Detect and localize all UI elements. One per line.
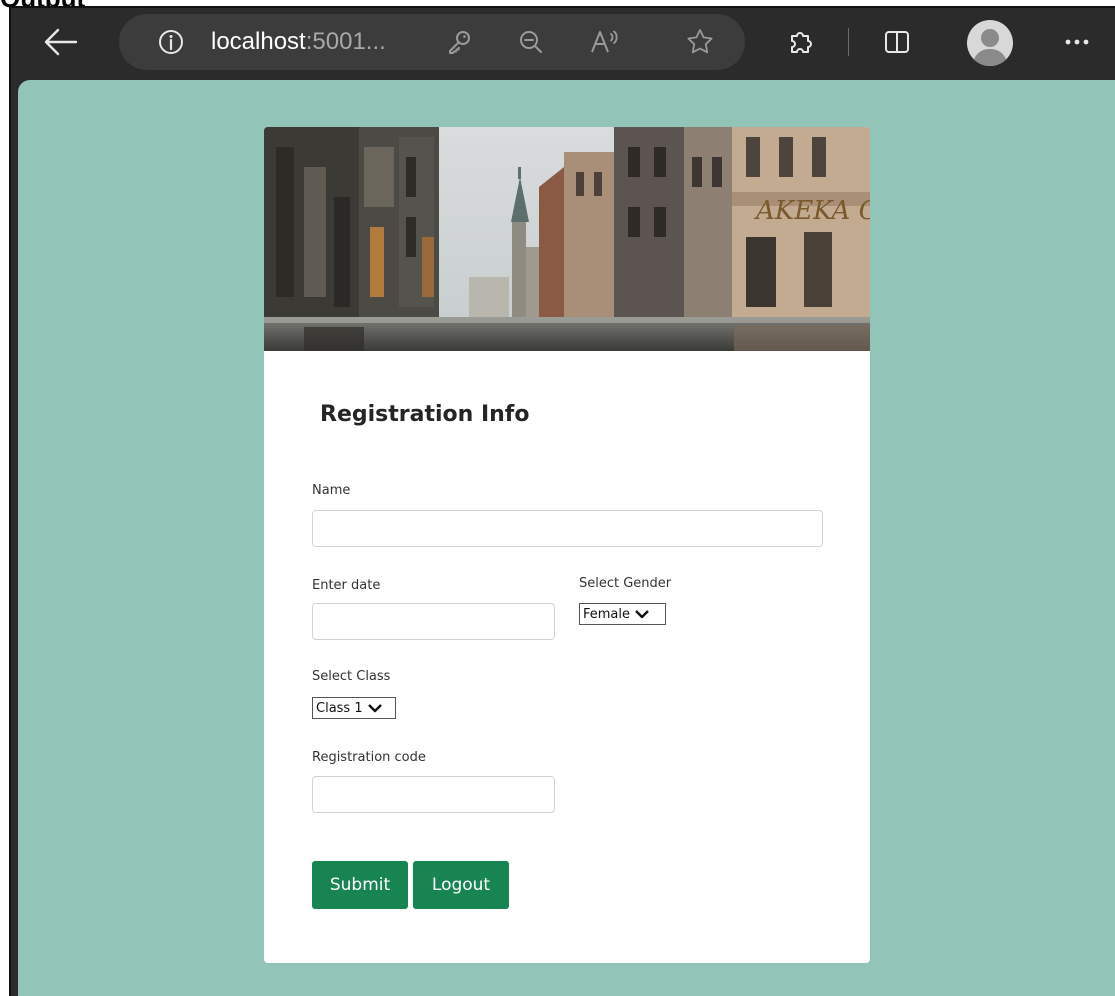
registration-code-label: Registration code xyxy=(312,750,426,765)
puzzle-icon[interactable] xyxy=(781,16,821,68)
gender-label: Select Gender xyxy=(579,576,672,591)
url-port: :5001... xyxy=(305,28,386,55)
zoom-out-icon[interactable] xyxy=(513,16,549,68)
class-select-value: Class 1 xyxy=(316,700,363,716)
gender-select-value: Female xyxy=(583,606,631,622)
logout-button[interactable]: Logout xyxy=(413,861,509,909)
chevron-down-icon xyxy=(367,704,382,713)
class-select[interactable]: Class 1 xyxy=(312,697,396,719)
submit-button[interactable]: Submit xyxy=(312,861,408,909)
date-label: Enter date xyxy=(312,578,381,593)
more-icon[interactable] xyxy=(1057,16,1097,68)
registration-card: AKEKA Ce Registration In xyxy=(264,127,870,963)
address-bar[interactable]: localhost:5001... xyxy=(119,14,745,70)
chevron-down-icon xyxy=(635,610,649,619)
star-icon[interactable] xyxy=(681,16,719,68)
toolbar-separator xyxy=(848,28,849,56)
date-input[interactable] xyxy=(312,603,555,640)
browser-window: localhost:5001... AKEKA Registration Inf… xyxy=(9,6,1115,996)
form-title: Registration Info xyxy=(320,402,530,427)
street-hero-image: AKEKA Ce xyxy=(264,127,870,351)
profile-avatar[interactable] xyxy=(967,20,1013,66)
registration-code-input[interactable] xyxy=(312,776,555,813)
gender-select[interactable]: Female xyxy=(579,603,666,625)
browser-toolbar: localhost:5001... xyxy=(11,8,1115,76)
page-viewport: AKEKA Ce Registration In xyxy=(18,80,1115,996)
name-input[interactable] xyxy=(312,510,823,547)
back-arrow-icon[interactable] xyxy=(41,16,81,68)
info-icon[interactable] xyxy=(153,16,189,68)
svg-text:AKEKA Ce: AKEKA Ce xyxy=(754,196,870,226)
split-screen-icon[interactable] xyxy=(877,16,917,68)
read-aloud-icon[interactable] xyxy=(585,16,625,68)
class-label: Select Class xyxy=(312,669,391,684)
url-text[interactable]: localhost:5001... xyxy=(211,14,386,70)
name-label: Name xyxy=(312,483,351,498)
key-icon[interactable] xyxy=(441,16,477,68)
url-host: localhost xyxy=(211,28,306,55)
